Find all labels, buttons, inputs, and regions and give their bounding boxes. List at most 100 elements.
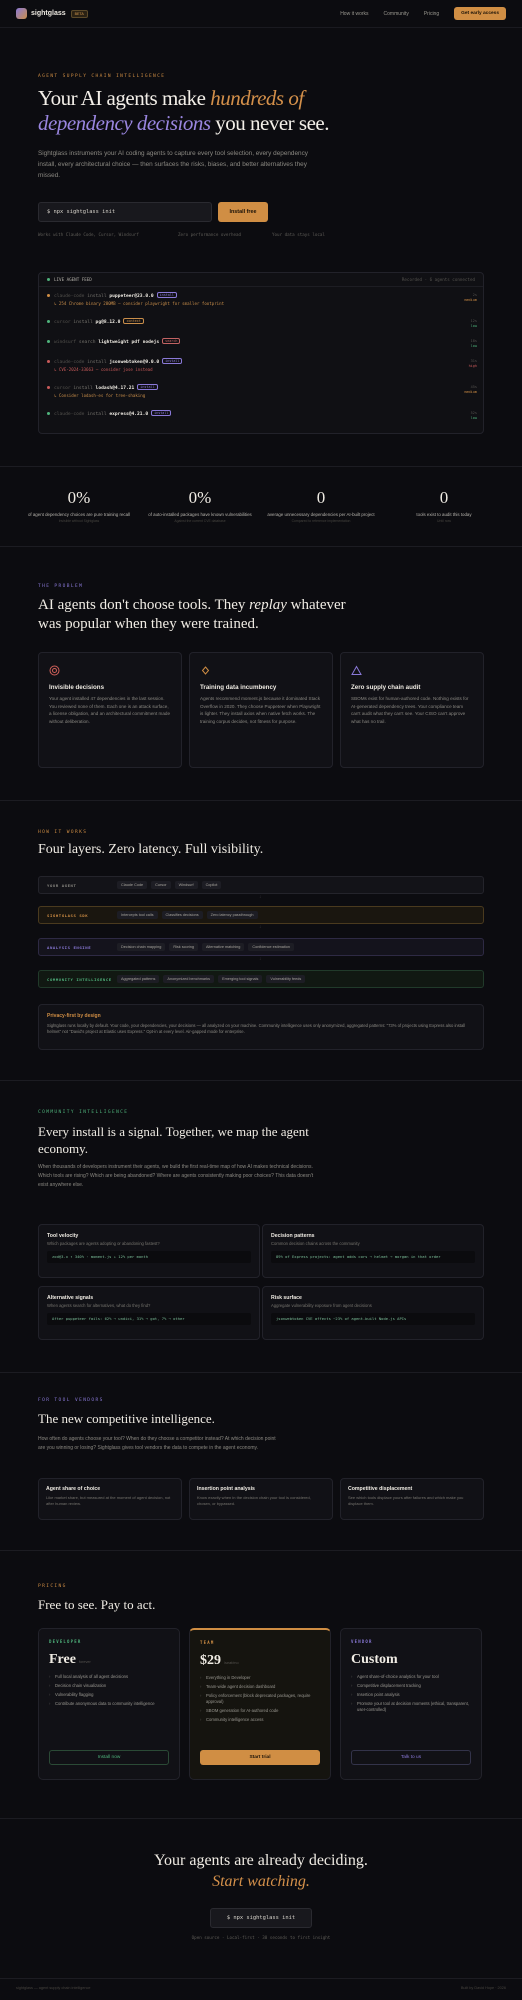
- final-install-command[interactable]: $ npx sightglass init: [210, 1908, 312, 1928]
- signal-desc: Which packages are agents adopting or ab…: [47, 1241, 160, 1246]
- feed-row[interactable]: windsurf search lightweight pdf nodejs se…: [47, 338, 477, 348]
- nav-link-pricing[interactable]: Pricing: [424, 11, 439, 17]
- footer-left: sightglass — agent supply chain intellig…: [16, 1986, 91, 1990]
- plan-feature: Promote your tool at decision moments (e…: [351, 1701, 471, 1713]
- signal-desc: When agents search for alternatives, wha…: [47, 1303, 151, 1308]
- stat-label: tools exist to audit this today: [416, 512, 472, 517]
- feed-risk: low: [470, 344, 477, 348]
- stat-label: of auto-installed packages have known vu…: [148, 512, 252, 517]
- feed-tag: context: [123, 318, 144, 324]
- feed-meta: 31s high: [469, 359, 477, 369]
- stat-block: 0 average unnecessary dependencies per AI…: [256, 488, 386, 523]
- vendor-card-body: See which tools displace yours after fai…: [348, 1495, 464, 1506]
- feed-agent: cursor: [54, 320, 71, 325]
- nav-link-community[interactable]: Community: [384, 11, 409, 17]
- vendor-card-title: Insertion point analysis: [197, 1486, 255, 1492]
- problem-card-training: Training data incumbency Agents recommen…: [189, 652, 333, 768]
- vendor-card-title: Competitive displacement: [348, 1486, 413, 1492]
- plan-name: VENDOR: [351, 1639, 373, 1644]
- signal-code: jsonwebtoken CVE affects ~23% of agent-b…: [271, 1313, 475, 1325]
- plan-features: Full local analysis of all agent decisio…: [49, 1674, 169, 1707]
- feed-suggestion: ↳ Consider lodash-es for tree-shaking: [54, 393, 146, 398]
- plan-cta-button[interactable]: Install now: [49, 1750, 169, 1765]
- feed-row-line: claude-code install express@4.21.0 instal…: [47, 410, 477, 417]
- layer-chip: Copilot: [201, 881, 222, 889]
- layer-chip: Windsurf: [174, 881, 198, 889]
- layer-chip: Alternative matching: [202, 943, 245, 951]
- vendor-card: Agent share of choice Like market share, …: [38, 1478, 182, 1520]
- layer-chip: Emerging tool signals: [218, 975, 263, 983]
- layer-chip: Confidence estimation: [248, 943, 294, 951]
- plan-feature: Community intelligence access: [200, 1717, 320, 1723]
- stat-number: 0: [439, 488, 449, 507]
- plan-feature: Team-wide agent decision dashboard: [200, 1684, 320, 1690]
- warning-triangle-icon: [351, 665, 362, 675]
- feed-package: lightweight pdf nodejs: [98, 340, 160, 345]
- plan-price: Custom: [351, 1652, 471, 1668]
- hero-note-compat: Works with Claude Code, Cursor, Windsurf: [38, 232, 139, 237]
- layer-row: SIGHTGLASS SDK Intercepts tool calls Class…: [38, 906, 484, 924]
- plan-price-value: $29: [200, 1653, 221, 1668]
- plan-feature: Everything in Developer: [200, 1675, 320, 1681]
- beta-badge: BETA: [70, 9, 88, 18]
- feed-meta: 18s low: [471, 339, 477, 349]
- pricing-title: Free to see. Pay to act.: [38, 1597, 156, 1612]
- status-dot-icon: [47, 320, 50, 323]
- vendor-card-body: Like market share, but measured at the m…: [46, 1495, 171, 1506]
- feed-meta: 45s medium: [464, 385, 477, 395]
- layer-chip: Vulnerability feeds: [266, 975, 306, 983]
- feed-row[interactable]: claude-code install express@4.21.0 instal…: [47, 410, 477, 420]
- privacy-note: Privacy-first by design Sightglass runs …: [38, 1004, 484, 1050]
- feed-suggestion: ↳ 254 Chrome binary 280MB — consider pla…: [54, 301, 225, 306]
- hero-note-overhead: Zero performance overhead: [178, 232, 242, 237]
- pricing-plan-card: TEAM $29/seat/mo Everything in Developer Te…: [189, 1628, 331, 1780]
- layer-name: YOUR AGENT: [47, 882, 77, 888]
- layer-name: SIGHTGLASS SDK: [47, 912, 89, 918]
- footer-right[interactable]: Built by David Hope · 2026: [461, 1986, 506, 1990]
- stat-source: Until now: [437, 519, 451, 523]
- logo-icon[interactable]: [16, 8, 27, 19]
- plan-feature: Vulnerability flagging: [49, 1692, 169, 1698]
- how-title: Four layers. Zero latency. Full visibili…: [38, 842, 264, 857]
- plan-feature: Insertion point analysis: [351, 1692, 471, 1698]
- status-dot-icon: [47, 412, 50, 415]
- install-free-button[interactable]: Install free: [218, 202, 268, 222]
- plan-cta-button[interactable]: Start trial: [200, 1750, 320, 1765]
- plan-feature: Contribute anonymous data to community i…: [49, 1701, 169, 1707]
- feed-row[interactable]: cursor install pg@8.12.0 context 12s low: [47, 318, 477, 328]
- feed-agent: claude-code: [54, 412, 85, 417]
- stat-source: Compared to reference implementation: [291, 519, 351, 523]
- pricing-plan-card: DEVELOPER Freeforever Full local analysis …: [38, 1628, 180, 1780]
- feed-risk: high: [468, 364, 477, 368]
- nav-link-how-it-works[interactable]: How it works: [340, 11, 368, 17]
- privacy-title: Privacy-first by design: [47, 1013, 101, 1019]
- plan-cta-button[interactable]: Talk to us: [351, 1750, 471, 1765]
- feed-row[interactable]: claude-code install jsonwebtoken@9.0.0 in…: [47, 358, 477, 372]
- signal-desc: Aggregate vulnerability exposure from ag…: [271, 1303, 372, 1308]
- feed-tag: install: [151, 410, 172, 416]
- signal-code: After puppeteer fails: 62% → undici, 31%…: [47, 1313, 251, 1325]
- install-command-box[interactable]: $ npx sightglass init: [38, 202, 212, 222]
- feed-row[interactable]: cursor install lodash@4.17.21 install ↳ Co…: [47, 384, 477, 398]
- problem-eyebrow: THE PROBLEM: [38, 584, 84, 589]
- problem-card-invisible: Invisible decisions Your agent installed…: [38, 652, 182, 768]
- signal-desc: Common decision chains across the commun…: [271, 1241, 360, 1246]
- feed-agent: windsurf: [54, 340, 77, 345]
- get-early-access-button[interactable]: Get early access: [454, 7, 506, 20]
- plan-price-unit: /seat/mo: [224, 1661, 239, 1665]
- final-note: Open source · Local-first · 30 seconds t…: [191, 1935, 331, 1940]
- community-title: Every install is a signal. Together, we …: [38, 1124, 309, 1156]
- pricing-eyebrow: PRICING: [38, 1584, 67, 1589]
- layer-chip: Risk scoring: [169, 943, 198, 951]
- layer-name: ANALYSIS ENGINE: [47, 944, 92, 950]
- feed-tag: install: [156, 292, 177, 298]
- plan-price: $29/seat/mo: [200, 1653, 320, 1669]
- vendors-eyebrow: FOR TOOL VENDORS: [38, 1398, 104, 1403]
- feed-row[interactable]: claude-code install puppeteer@23.0.0 inst…: [47, 292, 477, 306]
- layer-chip: Classifies decisions: [161, 911, 203, 919]
- layer-chip: Anonymized benchmarks: [163, 975, 215, 983]
- privacy-body: Sightglass runs locally by default. Your…: [47, 1023, 466, 1035]
- feed-verb: install: [87, 294, 107, 299]
- brand-name[interactable]: sightglass: [31, 10, 66, 17]
- diamond-icon: [201, 666, 210, 675]
